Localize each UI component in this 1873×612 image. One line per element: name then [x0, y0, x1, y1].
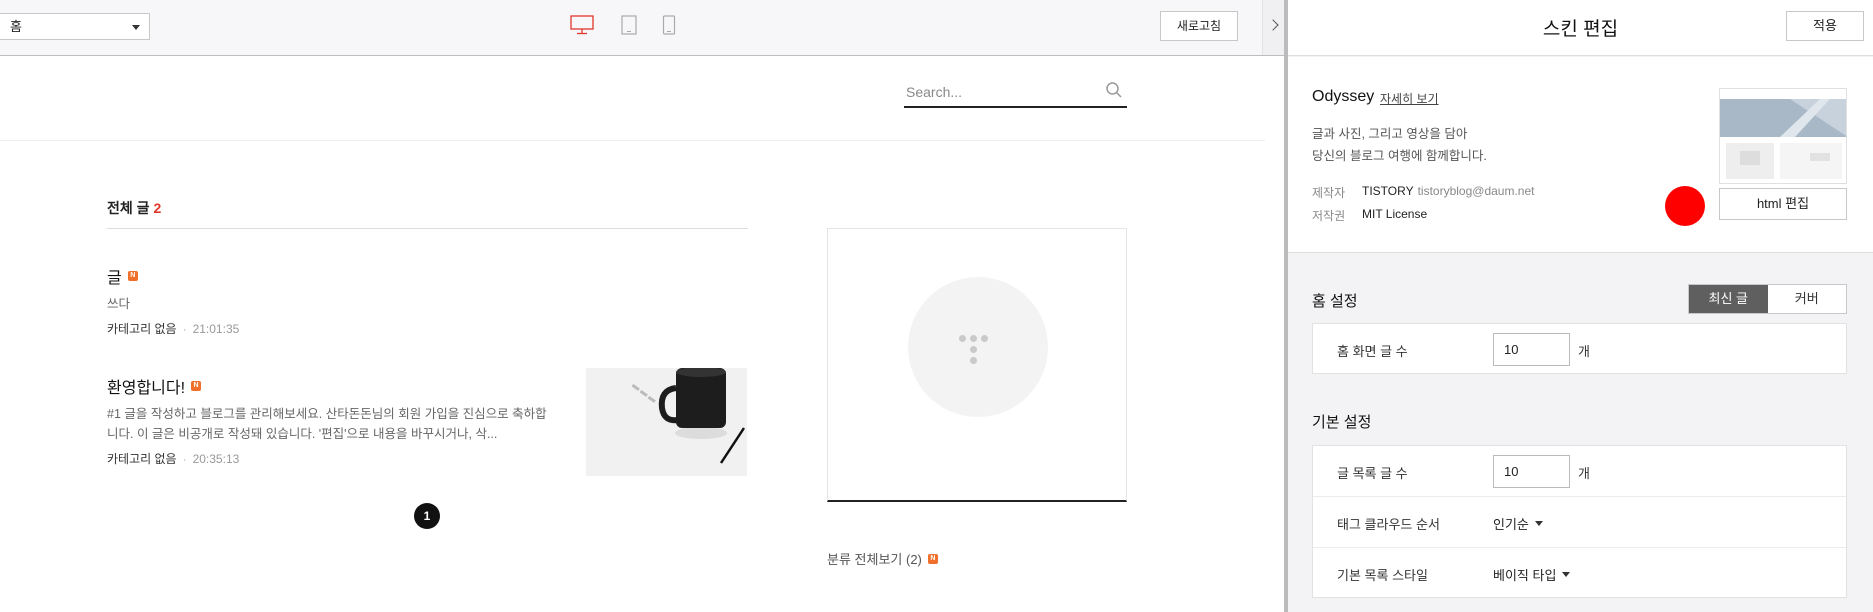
list-divider — [107, 228, 748, 229]
list-post-count-input[interactable] — [1493, 455, 1570, 488]
skin-description-line: 당신의 블로그 여행에 함께합니다. — [1312, 149, 1487, 163]
list-style-label: 기본 목록 스타일 — [1337, 568, 1428, 583]
refresh-button[interactable]: 새로고침 — [1160, 11, 1238, 41]
category-all-link[interactable]: 분류 전체보기 (2) N — [827, 549, 938, 568]
tag-cloud-order-label: 태그 클라우드 순서 — [1337, 517, 1440, 532]
skin-name: Odyssey — [1312, 88, 1375, 105]
chevron-right-icon — [1267, 19, 1279, 31]
logo-dot — [959, 335, 966, 342]
apply-button[interactable]: 적용 — [1786, 11, 1864, 41]
home-post-count-label: 홈 화면 글 수 — [1337, 344, 1408, 359]
author-value: TISTORY tistoryblog@daum.net — [1362, 184, 1534, 198]
post-title[interactable]: 글 — [107, 264, 122, 288]
skin-editor-header: 스킨 편집 적용 — [1288, 0, 1873, 56]
desktop-view-icon[interactable] — [570, 15, 594, 40]
red-dot-indicator — [1665, 186, 1705, 226]
new-badge-icon: N — [191, 381, 202, 391]
new-badge-icon: N — [127, 271, 138, 281]
profile-image[interactable] — [908, 277, 1048, 417]
post-title-row: 글 N — [107, 264, 607, 288]
home-post-count-input[interactable] — [1493, 333, 1570, 366]
meta-separator: · — [182, 322, 187, 336]
list-post-count-label: 글 목록 글 수 — [1337, 466, 1408, 481]
post-time: 21:01:35 — [192, 322, 240, 336]
post-meta: 카테고리 없음 · 20:35:13 — [107, 450, 547, 467]
post-count: 2 — [153, 200, 162, 216]
author-label: 제작자 — [1312, 186, 1346, 200]
tag-cloud-order-select[interactable]: 인기순 — [1493, 514, 1543, 533]
unit-label: 개 — [1578, 466, 1590, 481]
blog-profile-box — [827, 228, 1127, 502]
setting-row: 글 목록 글 수 개 — [1313, 446, 1846, 497]
post-category[interactable]: 카테고리 없음 — [107, 322, 177, 336]
logo-dot — [970, 357, 977, 364]
skin-description-line: 글과 사진, 그리고 영상을 담아 — [1312, 127, 1468, 141]
home-option-latest[interactable]: 최신 글 — [1689, 285, 1768, 313]
home-settings-title: 홈 설정 — [1312, 293, 1358, 310]
author-name: TISTORY — [1362, 184, 1414, 198]
license-label: 저작권 — [1312, 209, 1346, 223]
tag-cloud-order-value: 인기순 — [1493, 517, 1529, 532]
setting-row: 홈 화면 글 수 개 — [1313, 324, 1846, 375]
post-list-title: 전체 글2 — [107, 198, 161, 218]
search-icon[interactable] — [1105, 81, 1123, 104]
list-style-select[interactable]: 베이직 타입 — [1493, 565, 1571, 584]
html-edit-button[interactable]: html 편집 — [1719, 188, 1847, 220]
post-list-title-text: 전체 글 — [107, 200, 150, 216]
post-thumbnail[interactable] — [586, 368, 747, 476]
search-box — [904, 78, 1127, 108]
header-divider — [0, 140, 1265, 141]
post-meta: 카테고리 없음 · 21:01:35 — [107, 320, 607, 337]
basic-settings-title: 기본 설정 — [1312, 414, 1372, 431]
home-option-cover[interactable]: 커버 — [1768, 285, 1847, 313]
pagination-current[interactable]: 1 — [414, 503, 440, 529]
category-all-label: 분류 전체보기 (2) — [827, 552, 922, 567]
skin-details-link[interactable]: 자세히 보기 — [1380, 90, 1439, 107]
setting-row: 태그 클라우드 순서 인기순 — [1313, 497, 1846, 548]
list-style-value: 베이직 타입 — [1493, 568, 1557, 583]
logo-dot — [970, 335, 977, 342]
chevron-down-icon — [1534, 521, 1543, 526]
post-item[interactable]: 글 N 쓰다 카테고리 없음 · 21:01:35 — [107, 264, 607, 337]
skin-license: 저작권 MIT License — [1312, 207, 1427, 224]
new-badge-icon: N — [927, 553, 938, 564]
author-email: tistoryblog@daum.net — [1417, 184, 1535, 198]
home-type-toggle: 최신 글 커버 — [1688, 284, 1847, 314]
mobile-view-icon[interactable] — [662, 15, 676, 40]
tablet-view-icon[interactable] — [621, 15, 637, 40]
skin-author: 제작자 TISTORY tistoryblog@daum.net — [1312, 184, 1534, 201]
meta-separator: · — [182, 452, 187, 466]
home-settings-panel: 홈 화면 글 수 개 — [1312, 323, 1847, 374]
skin-info: Odyssey 자세히 보기 글과 사진, 그리고 영상을 담아 당신의 블로그… — [1288, 57, 1873, 253]
page-select-value: 홈 — [10, 19, 22, 34]
chevron-down-icon — [1562, 572, 1571, 577]
search-input[interactable] — [906, 82, 1096, 102]
chevron-down-icon — [132, 25, 140, 30]
post-category[interactable]: 카테고리 없음 — [107, 452, 177, 466]
skin-editor-panel: 스킨 편집 적용 Odyssey 자세히 보기 글과 사진, 그리고 영상을 담… — [1288, 0, 1873, 612]
preview-toolbar: 홈 새로고침 — [0, 0, 1284, 56]
skin-description: 글과 사진, 그리고 영상을 담아 당신의 블로그 여행에 함께합니다. — [1312, 123, 1487, 167]
post-item[interactable]: 환영합니다! N #1 글을 작성하고 블로그를 관리해보세요. 산타돈돈님의 … — [107, 374, 547, 467]
post-excerpt: #1 글을 작성하고 블로그를 관리해보세요. 산타돈돈님의 회원 가입을 진심… — [107, 407, 547, 441]
logo-dot — [970, 346, 977, 353]
page-select[interactable]: 홈 — [0, 13, 150, 40]
post-excerpt: 쓰다 — [107, 297, 131, 311]
post-time: 20:35:13 — [192, 452, 240, 466]
basic-settings-panel: 글 목록 글 수 개 태그 클라우드 순서 인기순 기본 목록 스타일 베이직 … — [1312, 445, 1847, 598]
post-title[interactable]: 환영합니다! — [107, 374, 185, 398]
logo-dot — [981, 335, 988, 342]
setting-row: 기본 목록 스타일 베이직 타입 — [1313, 548, 1846, 599]
preview-pane: 홈 새로고침 전체 글2 — [0, 0, 1284, 612]
collapse-panel-button[interactable] — [1262, 0, 1284, 55]
unit-label: 개 — [1578, 344, 1590, 359]
skin-preview-thumbnail — [1719, 88, 1847, 184]
license-value: MIT License — [1362, 207, 1428, 221]
post-title-row: 환영합니다! N — [107, 374, 547, 398]
